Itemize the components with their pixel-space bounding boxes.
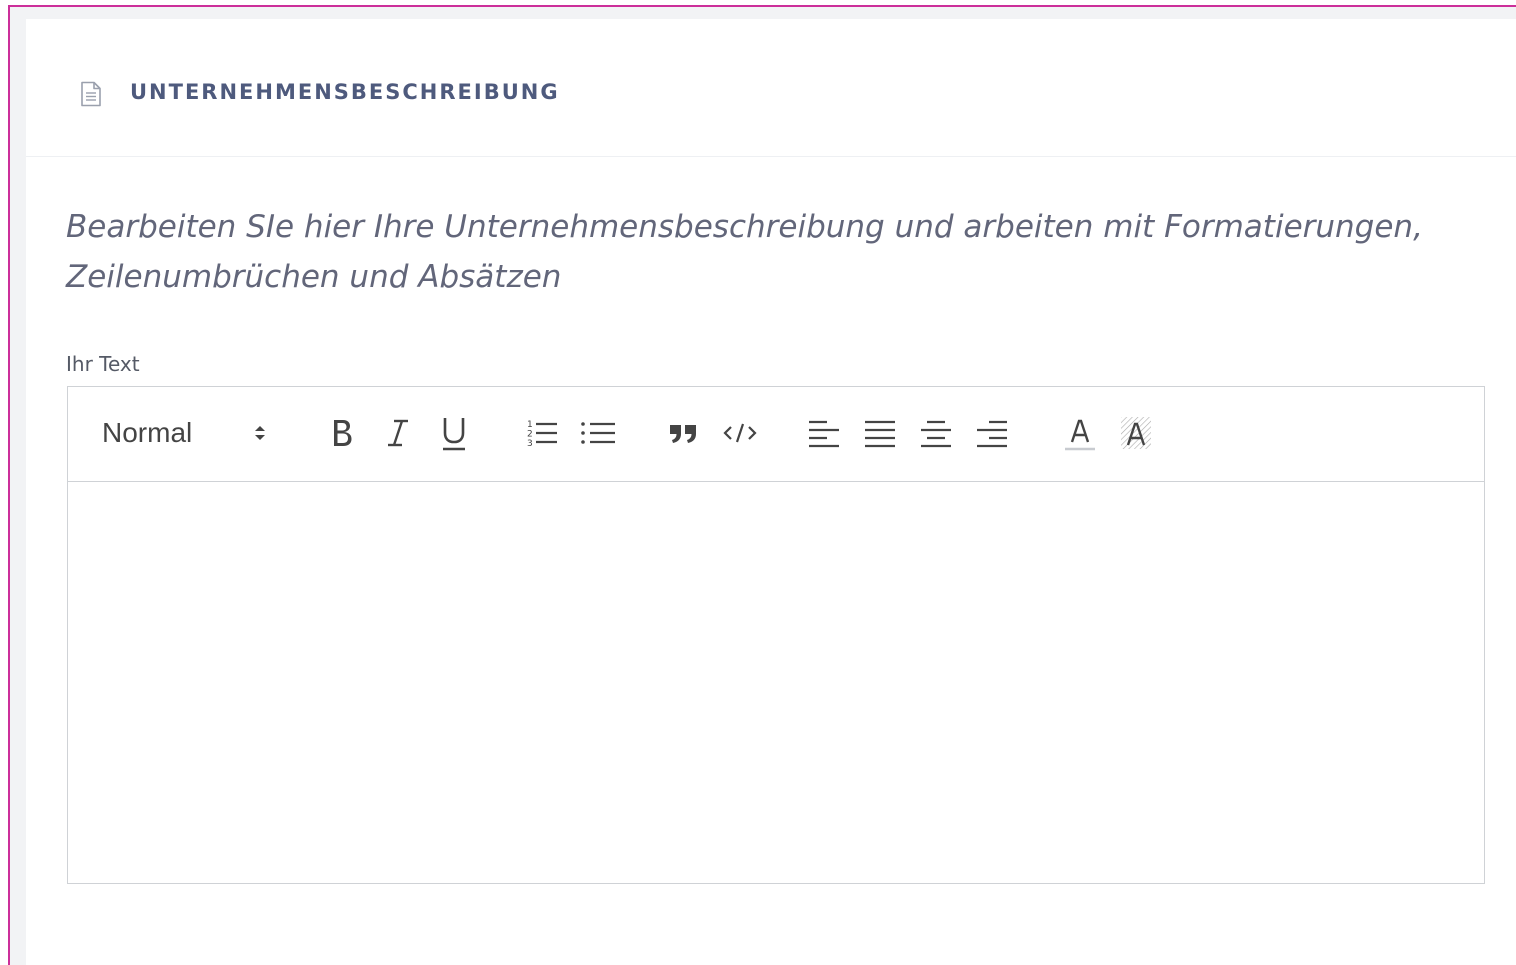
document-icon [80, 81, 102, 107]
align-left-icon [807, 416, 841, 450]
code-icon [721, 416, 759, 450]
italic-icon [383, 416, 413, 450]
align-right-button[interactable] [970, 411, 1014, 455]
select-caret-icon [252, 421, 268, 445]
intro-text: Bearbeiten SIe hier Ihre Unternehmensbes… [66, 209, 1423, 295]
align-left-button[interactable] [802, 411, 846, 455]
quote-icon [667, 416, 701, 450]
svg-text:2: 2 [527, 430, 533, 440]
ordered-list-icon: 1 2 3 [525, 416, 559, 450]
format-select-value: Normal [102, 417, 193, 448]
background-color-button[interactable] [1114, 411, 1158, 455]
bold-button[interactable] [320, 411, 364, 455]
align-center-icon [919, 416, 953, 450]
blockquote-button[interactable] [662, 411, 706, 455]
align-justify-button[interactable] [858, 411, 902, 455]
bold-icon [327, 416, 357, 450]
align-right-icon [975, 416, 1009, 450]
format-select[interactable]: Normal [102, 413, 277, 453]
align-center-button[interactable] [914, 411, 958, 455]
bullet-list-button[interactable] [576, 411, 620, 455]
page-frame: UNTERNEHMENSBESCHREIBUNG Bearbeiten SIe … [8, 5, 1516, 965]
italic-button[interactable] [376, 411, 420, 455]
code-block-button[interactable] [718, 411, 762, 455]
bullet-list-icon [579, 416, 617, 450]
underline-button[interactable] [432, 411, 476, 455]
text-color-icon [1063, 414, 1097, 452]
rich-text-editor: Normal 1 2 3 [67, 386, 1485, 884]
editor-label: Ihr Text [66, 352, 140, 376]
editor-toolbar: Normal 1 2 3 [68, 387, 1484, 482]
svg-text:1: 1 [527, 420, 533, 430]
section-header: UNTERNEHMENSBESCHREIBUNG [26, 19, 1516, 157]
underline-icon [439, 414, 469, 452]
section-title: UNTERNEHMENSBESCHREIBUNG [130, 80, 560, 104]
ordered-list-button[interactable]: 1 2 3 [520, 411, 564, 455]
align-justify-icon [863, 416, 897, 450]
editor-content-area[interactable] [68, 482, 1484, 884]
text-color-button[interactable] [1058, 411, 1102, 455]
section-card: UNTERNEHMENSBESCHREIBUNG Bearbeiten SIe … [26, 19, 1516, 965]
svg-text:3: 3 [527, 439, 533, 449]
background-color-icon [1118, 414, 1154, 452]
